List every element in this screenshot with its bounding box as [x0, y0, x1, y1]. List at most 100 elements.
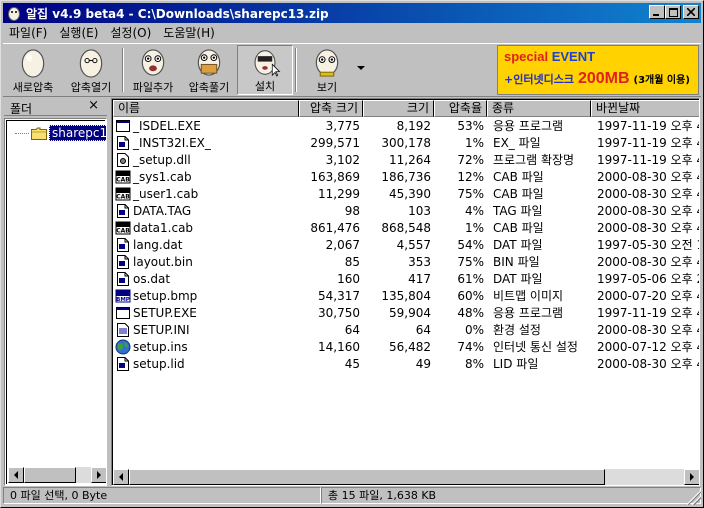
open-archive-button[interactable]: 압축열기	[63, 45, 119, 95]
file-row[interactable]: lang.dat 2,067 4,557 54% DAT 파일 1997-05-30 오전…	[113, 236, 699, 253]
list-scroll-thumb[interactable]	[129, 469, 605, 485]
file-size: 103	[408, 203, 431, 218]
maximize-button[interactable]	[665, 5, 681, 19]
file-packed-size: 11,299	[318, 186, 360, 201]
tree-item-sharepc13[interactable]: sharepc13	[15, 125, 106, 141]
file-row[interactable]: layout.bin 85 353 75% BIN 파일 2000-08-30 오후 4:	[113, 253, 699, 270]
menu-file[interactable]: 파일(F)	[3, 24, 53, 42]
list-horizontal-scrollbar[interactable]	[113, 469, 699, 485]
file-packed-size: 14,160	[318, 339, 360, 354]
menu-help[interactable]: 도움말(H)	[157, 24, 221, 42]
cab-icon: CAB	[115, 169, 133, 185]
file-date: 2000-08-30 오후 4:	[597, 204, 699, 218]
install-icon	[254, 50, 281, 77]
column-name[interactable]: 이름	[113, 100, 299, 117]
add-file-icon	[141, 49, 165, 76]
file-type: 비트맵 이미지	[493, 289, 564, 303]
file-size: 186,736	[381, 169, 431, 184]
view-button[interactable]: 보기	[299, 45, 355, 95]
file-name: _sys1.cab	[133, 169, 192, 184]
cab-icon: CAB	[115, 186, 133, 202]
list-scroll-left-button[interactable]	[113, 469, 129, 485]
file-row[interactable]: _ISDEL.EXE 3,775 8,192 53% 응용 프로그램 1997-11-19…	[113, 117, 699, 134]
file-date: 2000-08-30 오후 4:	[597, 323, 699, 337]
arrow-right-icon	[690, 473, 694, 481]
list-scroll-right-button[interactable]	[684, 469, 699, 485]
file-name: setup.bmp	[133, 288, 198, 303]
file-row[interactable]: SETUP.EXE 30,750 59,904 48% 응용 프로그램 1997-11-1…	[113, 304, 699, 321]
file-date: 2000-08-30 오후 4:	[597, 221, 699, 235]
file-row[interactable]: DATA.TAG 98 103 4% TAG 파일 2000-08-30 오후 4:	[113, 202, 699, 219]
file-size: 417	[408, 271, 431, 286]
file-type: 인터넷 통신 설정	[493, 340, 578, 354]
file-name-cell: os.dat	[113, 271, 299, 287]
extract-button[interactable]: 압축풀기	[181, 45, 237, 95]
tree-scroll-left-button[interactable]	[8, 467, 24, 483]
file-ratio: 75%	[457, 254, 484, 269]
file-row[interactable]: _setup.dll 3,102 11,264 72% 프로그램 확장명 1997-11-…	[113, 151, 699, 168]
file-type: BIN 파일	[493, 255, 540, 269]
file-row[interactable]: setup.lid 45 49 8% LID 파일 2000-08-30 오후 4:	[113, 355, 699, 372]
folder-panel-title: 폴더	[10, 102, 33, 116]
file-date: 1997-11-19 오후 4:	[597, 136, 699, 150]
file-packed-size: 299,571	[310, 135, 360, 150]
tree-item-label: sharepc13	[49, 125, 106, 141]
arrow-left-icon	[119, 473, 123, 481]
close-button[interactable]	[683, 5, 699, 19]
file-name-cell: CAB _user1.cab	[113, 186, 299, 202]
new-archive-button[interactable]: 새로압축	[5, 45, 61, 95]
file-type: 프로그램 확장명	[493, 153, 575, 167]
folder-panel: 폴더 × sharepc13	[4, 98, 107, 486]
folder-tree[interactable]: sharepc13	[4, 118, 107, 486]
resize-grip-icon[interactable]	[687, 491, 701, 505]
file-packed-size: 3,775	[325, 118, 360, 133]
event-banner[interactable]: special EVENT +인터넷디스크 200MB (3개월 이용)	[497, 45, 699, 95]
install-button[interactable]: 설치	[237, 45, 293, 95]
title-bar[interactable]: 알집 v4.9 beta4 - C:\Downloads\sharepc13.z…	[3, 3, 701, 23]
file-row[interactable]: SETUP.INI 64 64 0% 환경 설정 2000-08-30 오후 4:	[113, 321, 699, 338]
file-packed-size: 64	[344, 322, 360, 337]
maximize-icon	[668, 7, 678, 17]
file-type: 응용 프로그램	[493, 306, 564, 320]
file-packed-size: 3,102	[325, 152, 360, 167]
file-ratio: 8%	[464, 356, 484, 371]
file-name-cell: CAB _sys1.cab	[113, 169, 299, 185]
tree-scroll-thumb[interactable]	[24, 467, 76, 483]
file-name-cell: _ISDEL.EXE	[113, 118, 299, 134]
file-type: 응용 프로그램	[493, 119, 564, 133]
file-row[interactable]: CAB _user1.cab 11,299 45,390 75% CAB 파일 2000-0…	[113, 185, 699, 202]
file-row[interactable]: CAB _sys1.cab 163,869 186,736 12% CAB 파일 2000-…	[113, 168, 699, 185]
column-packed-size[interactable]: 압축 크기	[299, 100, 363, 117]
file-ratio: 74%	[457, 339, 484, 354]
add-file-button[interactable]: 파일추가	[125, 45, 181, 95]
bmp-icon: BMP	[115, 288, 133, 304]
file-name-cell: SETUP.INI	[113, 322, 299, 338]
view-dropdown-arrow-icon[interactable]	[357, 66, 365, 70]
column-date[interactable]: 바뀐날짜	[591, 100, 699, 117]
file-row[interactable]: CAB data1.cab 861,476 868,548 1% CAB 파일 2000-0…	[113, 219, 699, 236]
file-packed-size: 163,869	[310, 169, 360, 184]
file-date: 2000-08-30 오후 4:	[597, 187, 699, 201]
file-size: 45,390	[389, 186, 431, 201]
toolbar: 새로압축 압축열기 파일추가 압축풀기 설치 보기 special EVENT …	[3, 43, 701, 97]
tree-scroll-right-button[interactable]	[91, 467, 106, 483]
dll-icon	[115, 152, 133, 168]
exe-icon	[115, 118, 133, 134]
menu-run[interactable]: 실행(E)	[53, 24, 104, 42]
file-size: 353	[408, 254, 431, 269]
minimize-button[interactable]	[649, 5, 665, 19]
file-row[interactable]: BMP setup.bmp 54,317 135,804 60% 비트맵 이미지 2000-…	[113, 287, 699, 304]
file-row[interactable]: setup.ins 14,160 56,482 74% 인터넷 통신 설정 2000-07…	[113, 338, 699, 355]
close-icon	[687, 8, 695, 16]
folder-panel-close-icon[interactable]: ×	[88, 98, 99, 113]
menu-settings[interactable]: 설정(O)	[104, 24, 157, 42]
file-ratio: 0%	[464, 322, 484, 337]
column-size[interactable]: 크기	[363, 100, 434, 117]
file-row[interactable]: _INST32I.EX_ 299,571 300,178 1% EX_ 파일 1997-1…	[113, 134, 699, 151]
tree-horizontal-scrollbar[interactable]	[8, 467, 106, 483]
file-row[interactable]: os.dat 160 417 61% DAT 파일 1997-05-06 오후 2:	[113, 270, 699, 287]
file-name-cell: setup.lid	[113, 356, 299, 372]
toolbar-separator	[122, 48, 124, 92]
column-ratio[interactable]: 압축율	[434, 100, 487, 117]
column-type[interactable]: 종류	[487, 100, 591, 117]
